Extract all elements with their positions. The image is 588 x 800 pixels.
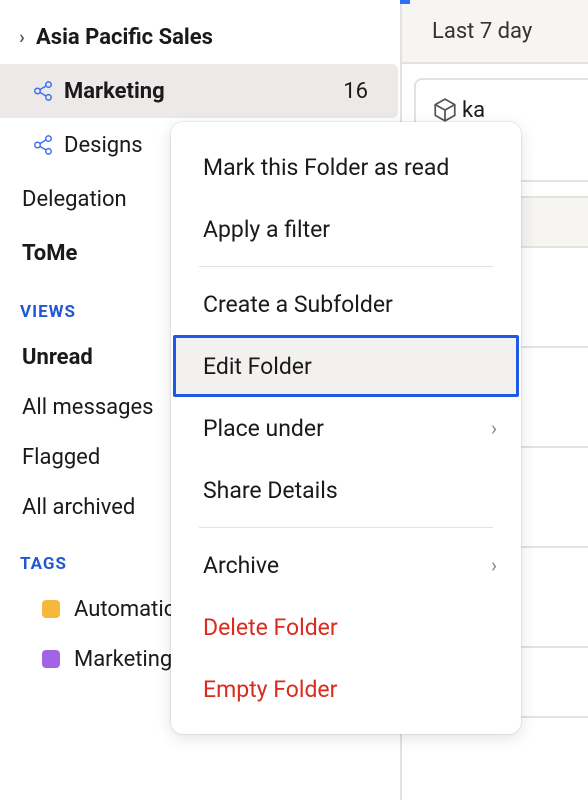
menu-delete-folder[interactable]: Delete Folder xyxy=(173,596,519,658)
menu-edit-folder[interactable]: Edit Folder xyxy=(173,335,519,397)
tag-swatch xyxy=(42,650,60,668)
folder-label: Designs xyxy=(64,133,143,158)
menu-separator xyxy=(199,527,493,528)
folder-asia-pacific-sales[interactable]: › Asia Pacific Sales xyxy=(0,10,398,64)
menu-archive[interactable]: Archive › xyxy=(173,534,519,596)
menu-create-subfolder[interactable]: Create a Subfolder xyxy=(173,273,519,335)
menu-share-details[interactable]: Share Details xyxy=(173,459,519,521)
folder-label: Marketing xyxy=(64,79,165,104)
tag-swatch xyxy=(42,600,60,618)
share-icon xyxy=(32,134,54,156)
cube-icon xyxy=(432,97,462,123)
folder-label: Asia Pacific Sales xyxy=(36,25,213,50)
menu-empty-folder[interactable]: Empty Folder xyxy=(173,658,519,720)
menu-place-under[interactable]: Place under › xyxy=(173,397,519,459)
menu-apply-filter[interactable]: Apply a filter xyxy=(173,198,519,260)
folder-label: Delegation xyxy=(22,187,127,212)
date-filter-button[interactable]: Last 7 day xyxy=(402,0,588,64)
folder-count: 16 xyxy=(343,79,368,104)
folder-marketing[interactable]: Marketing 16 xyxy=(0,64,398,118)
folder-label: ToMe xyxy=(22,241,77,266)
share-icon xyxy=(32,80,54,102)
menu-mark-as-read[interactable]: Mark this Folder as read xyxy=(173,136,519,198)
chevron-right-icon: › xyxy=(14,27,30,48)
menu-separator xyxy=(199,266,493,267)
folder-context-menu: Mark this Folder as read Apply a filter … xyxy=(171,122,521,734)
chevron-right-icon: › xyxy=(491,553,497,577)
chevron-right-icon: › xyxy=(491,416,497,440)
